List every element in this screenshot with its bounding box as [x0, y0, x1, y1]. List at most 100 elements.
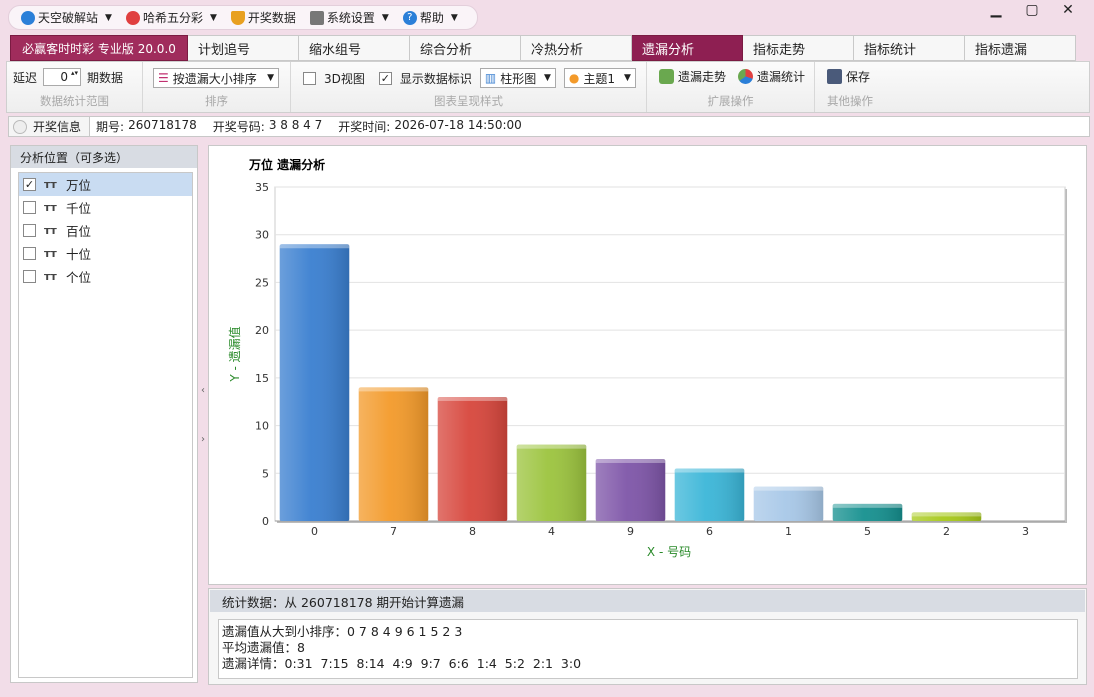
pie-chart-icon — [738, 69, 754, 84]
tab-indicator-stats[interactable]: 指标统计 — [854, 35, 965, 61]
main-tab-bar: 必赢客时时彩 专业版 20.0.0 计划追号 缩水组号 综合分析 冷热分析 遗漏… — [10, 35, 1082, 61]
menu-item-site[interactable]: 天空破解站 ▼ — [21, 9, 112, 26]
window-controls: ▁ ▢ ✕ — [978, 0, 1086, 20]
position-list: ✓ ᴛᴛ 万位 ᴛᴛ 千位 ᴛᴛ 百位 ᴛᴛ 十位 ᴛᴛ 个位 — [18, 172, 193, 678]
y-tick-label: 25 — [255, 276, 269, 289]
theme-select[interactable]: ● 主题1 ▼ — [563, 68, 636, 88]
top-menu-bar: 天空破解站 ▼ 哈希五分彩 ▼ 开奖数据 系统设置 ▼ ? 帮助 ▼ — [8, 5, 478, 30]
field-icon: ᴛᴛ — [44, 178, 57, 191]
sort-icon: ☰ — [158, 71, 169, 85]
sort-select[interactable]: ☰ 按遗漏大小排序 ▼ — [153, 68, 279, 88]
chevron-down-icon: ▼ — [267, 73, 274, 83]
bar-top-edge — [911, 512, 982, 517]
draw-info-bar: 开奖信息 期号: 260718178 开奖号码: 3 8 8 4 7 开奖时间:… — [8, 116, 1090, 137]
bar-highlight — [358, 387, 429, 521]
position-item-ge[interactable]: ᴛᴛ 个位 — [19, 265, 192, 288]
position-checkbox[interactable]: ✓ — [23, 178, 36, 191]
position-checkbox[interactable] — [23, 201, 36, 214]
x-tick-label: 4 — [548, 525, 555, 538]
draw-number-info: 开奖号码: 3 8 8 4 7 — [212, 118, 323, 134]
chevron-down-icon: ▼ — [381, 12, 389, 23]
bar-top-edge — [516, 444, 587, 449]
maximize-button[interactable]: ▢ — [1014, 0, 1050, 20]
tab-plan-chase[interactable]: 计划追号 — [188, 35, 299, 61]
chevron-right-icon[interactable]: › — [201, 434, 205, 445]
group-label-sort: 排序 — [205, 94, 228, 108]
draw-info-toggle[interactable]: 开奖信息 — [9, 117, 91, 136]
period-info: 期号: 260718178 — [96, 118, 197, 134]
trend-chart-icon — [659, 69, 674, 84]
omission-stats-button[interactable]: 遗漏统计 — [757, 68, 805, 85]
menu-item-help[interactable]: ? 帮助 ▼ — [402, 9, 458, 26]
tab-shrink-group[interactable]: 缩水组号 — [299, 35, 410, 61]
menu-item-settings[interactable]: 系统设置 ▼ — [309, 9, 389, 26]
field-icon: ᴛᴛ — [44, 270, 57, 283]
stats-detail-line: 遗漏详情：0:31 7:15 8:14 4:9 9:7 6:6 1:4 5:2 … — [222, 656, 582, 671]
bar-top-edge — [358, 387, 429, 392]
x-tick-label: 6 — [706, 525, 713, 538]
bar-top-edge — [674, 468, 745, 473]
tab-hot-cold[interactable]: 冷热分析 — [521, 35, 632, 61]
field-icon: ᴛᴛ — [44, 247, 57, 260]
group-label-data-range: 数据统计范围 — [40, 94, 109, 108]
3d-view-checkbox[interactable] — [303, 71, 316, 85]
close-button[interactable]: ✕ — [1050, 0, 1086, 20]
tab-omission-analysis[interactable]: 遗漏分析 — [632, 35, 743, 61]
x-tick-label: 0 — [311, 525, 318, 538]
stats-sorted-line: 遗漏值从大到小排序：0 7 8 4 9 6 1 5 2 3 — [222, 624, 463, 639]
x-tick-label: 5 — [864, 525, 871, 538]
save-button[interactable]: 保存 — [846, 68, 870, 85]
user-icon — [21, 10, 35, 25]
help-icon: ? — [402, 10, 417, 25]
show-labels-checkbox[interactable]: ✓ — [378, 71, 392, 85]
3d-view-label: 3D视图 — [324, 71, 365, 86]
chart-type-select[interactable]: ▥ 柱形图 ▼ — [479, 68, 556, 88]
y-axis-label: Y - 遗漏值 — [227, 326, 242, 382]
bar-top-edge — [437, 396, 508, 401]
tab-indicator-omission[interactable]: 指标遗漏 — [965, 35, 1076, 61]
group-extended: 遗漏走势 遗漏统计 扩展操作 — [647, 62, 815, 112]
y-tick-label: 30 — [255, 229, 269, 242]
menu-item-draw-data[interactable]: 开奖数据 — [230, 9, 296, 26]
x-tick-label: 1 — [785, 525, 792, 538]
show-labels-label: 显示数据标识 — [399, 71, 472, 86]
collapse-icon — [13, 119, 27, 134]
bar-top-edge — [595, 458, 666, 463]
y-tick-label: 20 — [255, 324, 269, 337]
position-checkbox[interactable] — [23, 224, 36, 237]
delay-stepper[interactable]: 0 — [43, 68, 82, 86]
position-panel: 分析位置（可多选） ✓ ᴛᴛ 万位 ᴛᴛ 千位 ᴛᴛ 百位 ᴛᴛ 十位 ᴛᴛ 个… — [10, 145, 198, 683]
stats-header: 统计数据：从 260718178 期开始计算遗漏 — [210, 590, 1085, 612]
stats-panel: 统计数据：从 260718178 期开始计算遗漏 遗漏值从大到小排序：0 7 8… — [208, 588, 1087, 685]
bar-top-edge — [753, 486, 824, 491]
y-tick-label: 15 — [255, 372, 269, 385]
menu-item-lottery[interactable]: 哈希五分彩 ▼ — [125, 9, 217, 26]
tab-comprehensive[interactable]: 综合分析 — [410, 35, 521, 61]
field-icon: ᴛᴛ — [44, 224, 57, 237]
stats-box: 遗漏值从大到小排序：0 7 8 4 9 6 1 5 2 3 平均遗漏值：8 遗漏… — [218, 619, 1078, 679]
tab-indicator-trend[interactable]: 指标走势 — [743, 35, 854, 61]
minimize-button[interactable]: ▁ — [978, 0, 1014, 20]
group-label-other: 其他操作 — [827, 94, 873, 108]
position-checkbox[interactable] — [23, 247, 36, 260]
x-tick-label: 3 — [1022, 525, 1029, 538]
x-tick-label: 9 — [627, 525, 634, 538]
panel-splitter[interactable]: ‹ › — [199, 385, 207, 445]
position-item-bai[interactable]: ᴛᴛ 百位 — [19, 219, 192, 242]
position-item-qian[interactable]: ᴛᴛ 千位 — [19, 196, 192, 219]
omission-trend-button[interactable]: 遗漏走势 — [678, 68, 726, 85]
bar-top-edge — [279, 244, 350, 249]
brand-tab[interactable]: 必赢客时时彩 专业版 20.0.0 — [10, 35, 188, 61]
group-sort: ☰ 按遗漏大小排序 ▼ 排序 — [143, 62, 291, 112]
position-item-wan[interactable]: ✓ ᴛᴛ 万位 — [19, 173, 192, 196]
position-item-shi[interactable]: ᴛᴛ 十位 — [19, 242, 192, 265]
field-icon: ᴛᴛ — [44, 201, 57, 214]
bar-highlight — [674, 468, 745, 521]
period-label: 期数据 — [87, 70, 124, 85]
x-tick-label: 2 — [943, 525, 950, 538]
position-checkbox[interactable] — [23, 270, 36, 283]
chevron-left-icon[interactable]: ‹ — [201, 385, 205, 396]
y-tick-label: 10 — [255, 420, 269, 433]
y-tick-label: 0 — [262, 515, 269, 528]
omission-bar-chart: 万位 遗漏分析 051015202530350 7 8 4 9 6 1 5 2 3 X - 号码 … — [227, 157, 1067, 559]
